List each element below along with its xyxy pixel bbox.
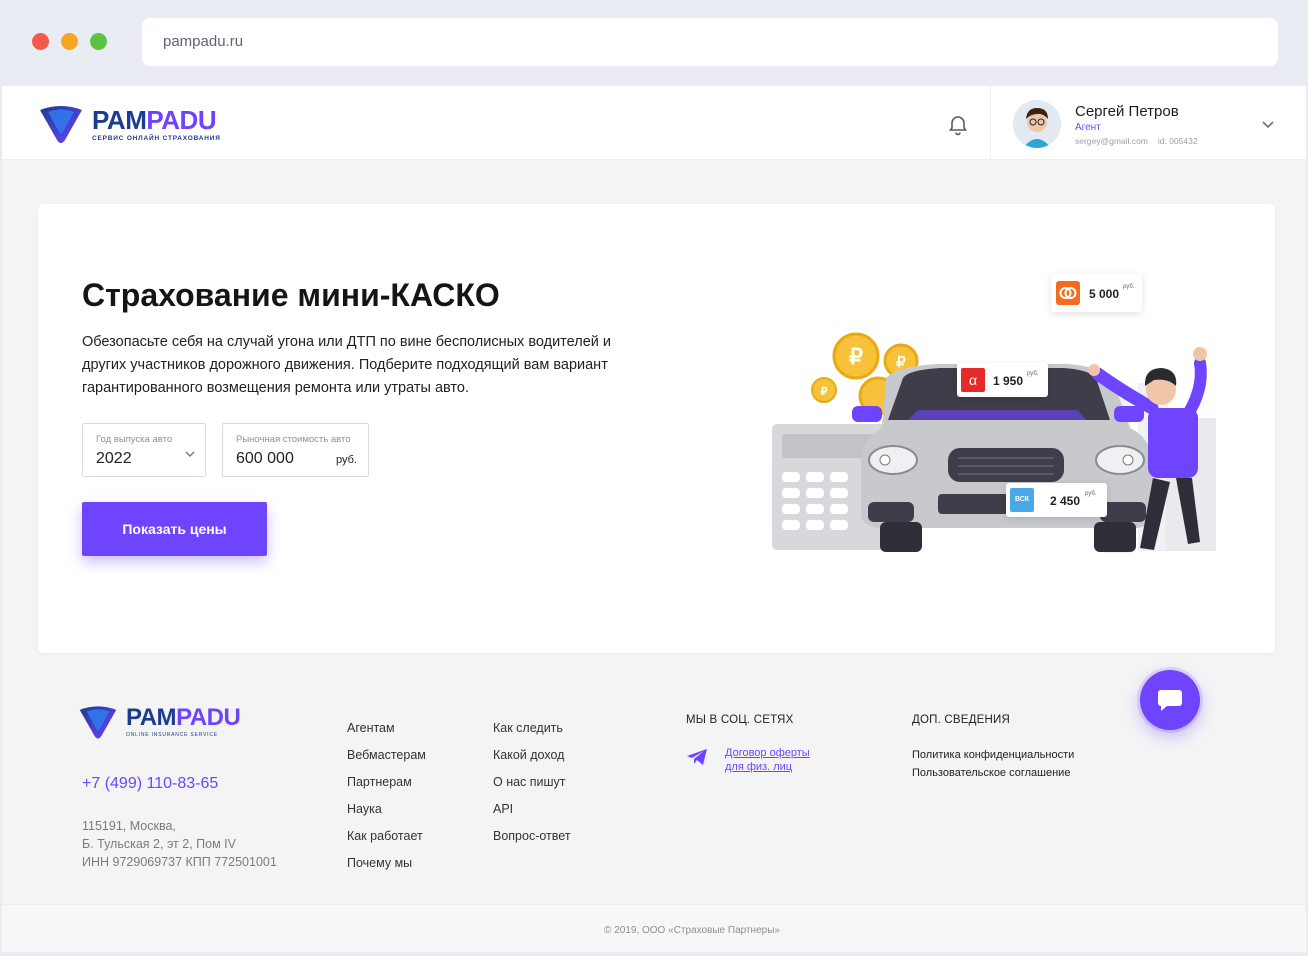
- logo-wordmark: PAMPADU: [126, 704, 241, 731]
- price-amount: 1 950: [993, 374, 1024, 388]
- chevron-down-icon: [185, 451, 195, 457]
- car-year-select[interactable]: Год выпуска авто 2022: [82, 423, 206, 477]
- footer-link-why-us[interactable]: Почему мы: [347, 856, 426, 883]
- footer-link-income[interactable]: Какой доход: [493, 748, 571, 775]
- insurer-logo-icon: [1056, 281, 1080, 305]
- footer-link-agents[interactable]: Агентам: [347, 721, 426, 748]
- address-bar[interactable]: pampadu.ru: [142, 18, 1278, 66]
- social-heading: МЫ В СОЦ. СЕТЯХ: [686, 714, 794, 726]
- logo-wordmark: PAMPADU: [92, 104, 217, 135]
- footer-phone[interactable]: +7 (499) 110-83-65: [82, 775, 218, 793]
- price-unit: руб.: [1123, 284, 1135, 290]
- car-year-label: Год выпуска авто: [96, 434, 173, 445]
- header-divider: [990, 86, 991, 160]
- price-amount: 2 450: [1050, 494, 1081, 508]
- address-line: ИНН 9729069737 КПП 772501001: [82, 855, 277, 869]
- user-agreement-link[interactable]: Пользовательское соглашение: [912, 764, 1074, 782]
- price-tag: ВСК 2 450 руб.: [1006, 483, 1107, 517]
- page-description: Обезопасьте себя на случай угона или ДТП…: [82, 334, 611, 396]
- chat-icon: [1158, 690, 1182, 711]
- footer-link-science[interactable]: Наука: [347, 802, 426, 829]
- site-header: PAMPADU СЕРВИС ОНЛАЙН СТРАХОВАНИЯ Сергей…: [2, 86, 1306, 160]
- car-price-value: 600 000: [236, 450, 294, 467]
- close-window-button[interactable]: [32, 33, 49, 50]
- user-name: Сергей Петров: [1075, 103, 1179, 120]
- footer-link-faq[interactable]: Вопрос-ответ: [493, 829, 571, 856]
- address-url: pampadu.ru: [163, 33, 244, 50]
- price-tag: 5 000 руб.: [1051, 274, 1142, 312]
- kasko-card: Страхование мини-КАСКО Обезопасьте себя …: [38, 204, 1275, 653]
- footer-link-webmasters[interactable]: Вебмастерам: [347, 748, 426, 775]
- footer-nav-col1: Агентам Вебмастерам Партнерам Наука Как …: [347, 721, 426, 883]
- car-year-value: 2022: [96, 450, 132, 467]
- chevron-down-icon[interactable]: [1260, 116, 1276, 137]
- car-price-unit: руб.: [336, 454, 357, 466]
- address-line: Б. Тульская 2, эт 2, Пом IV: [82, 837, 236, 851]
- footer-link-how-it-works[interactable]: Как работает: [347, 829, 426, 856]
- header-logo[interactable]: PAMPADU СЕРВИС ОНЛАЙН СТРАХОВАНИЯ: [38, 104, 221, 144]
- info-heading: ДОП. СВЕДЕНИЯ: [912, 714, 1010, 726]
- address-line: 115191, Москва,: [82, 819, 176, 833]
- footer-link-tracking[interactable]: Как следить: [493, 721, 571, 748]
- logo-tagline: ONLINE INSURANCE SERVICE: [126, 732, 218, 738]
- car-price-input[interactable]: Рыночная стоимость авто 600 000 руб.: [222, 423, 369, 477]
- offer-contract-link[interactable]: Договор оферты для физ. лиц: [725, 746, 810, 774]
- car-price-label: Рыночная стоимость авто: [236, 434, 351, 445]
- svg-text:₽: ₽: [896, 354, 906, 371]
- price-unit: руб.: [1027, 371, 1039, 377]
- show-prices-button[interactable]: Показать цены: [82, 502, 267, 556]
- footer-nav-col2: Как следить Какой доход О нас пишут API …: [493, 721, 571, 856]
- price-unit: руб.: [1085, 491, 1097, 497]
- chat-button[interactable]: [1140, 670, 1200, 730]
- footer-address: 115191, Москва, Б. Тульская 2, эт 2, Пом…: [82, 817, 277, 871]
- footer-logo[interactable]: PAMPADU ONLINE INSURANCE SERVICE: [78, 704, 241, 740]
- minimize-window-button[interactable]: [61, 33, 78, 50]
- privacy-policy-link[interactable]: Политика конфиденциальности: [912, 746, 1074, 764]
- info-links: Политика конфиденциальности Пользователь…: [912, 746, 1074, 782]
- footer-link-api[interactable]: API: [493, 802, 571, 829]
- logo-mark-icon: [40, 106, 82, 143]
- copyright-bar: © 2019, ООО «Страховые Партнеры»: [2, 904, 1306, 952]
- alfa-logo-icon: α: [961, 368, 985, 392]
- logo-mark-icon: [79, 706, 117, 739]
- vsk-logo-icon: ВСК: [1010, 488, 1034, 512]
- page-title: Страхование мини-КАСКО: [82, 277, 500, 313]
- logo-tagline: СЕРВИС ОНЛАЙН СТРАХОВАНИЯ: [92, 134, 221, 142]
- footer-link-partners[interactable]: Партнерам: [347, 775, 426, 802]
- user-role: Агент: [1075, 122, 1101, 133]
- copyright-text: © 2019, ООО «Страховые Партнеры»: [604, 925, 780, 936]
- svg-text:₽: ₽: [821, 386, 828, 398]
- user-id: id: 005432: [1157, 136, 1198, 146]
- user-email: sergey@gmail.com: [1075, 136, 1148, 146]
- browser-chrome: pampadu.ru: [0, 0, 1308, 84]
- avatar[interactable]: [1013, 100, 1061, 148]
- price-tag: α 1 950 руб.: [957, 363, 1048, 397]
- offer-link-line: для физ. лиц: [725, 761, 793, 773]
- notification-bell-icon[interactable]: [946, 112, 970, 141]
- car-insurance-illustration: ₽ ₽ ₽: [772, 332, 1216, 553]
- page: PAMPADU СЕРВИС ОНЛАЙН СТРАХОВАНИЯ Сергей…: [2, 86, 1306, 952]
- user-meta: sergey@gmail.com id: 005432: [1075, 136, 1198, 146]
- footer-link-press[interactable]: О нас пишут: [493, 775, 571, 802]
- telegram-icon[interactable]: [686, 748, 708, 766]
- maximize-window-button[interactable]: [90, 33, 107, 50]
- svg-text:₽: ₽: [849, 344, 863, 369]
- offer-link-line: Договор оферты: [725, 747, 810, 759]
- price-amount: 5 000: [1089, 287, 1120, 301]
